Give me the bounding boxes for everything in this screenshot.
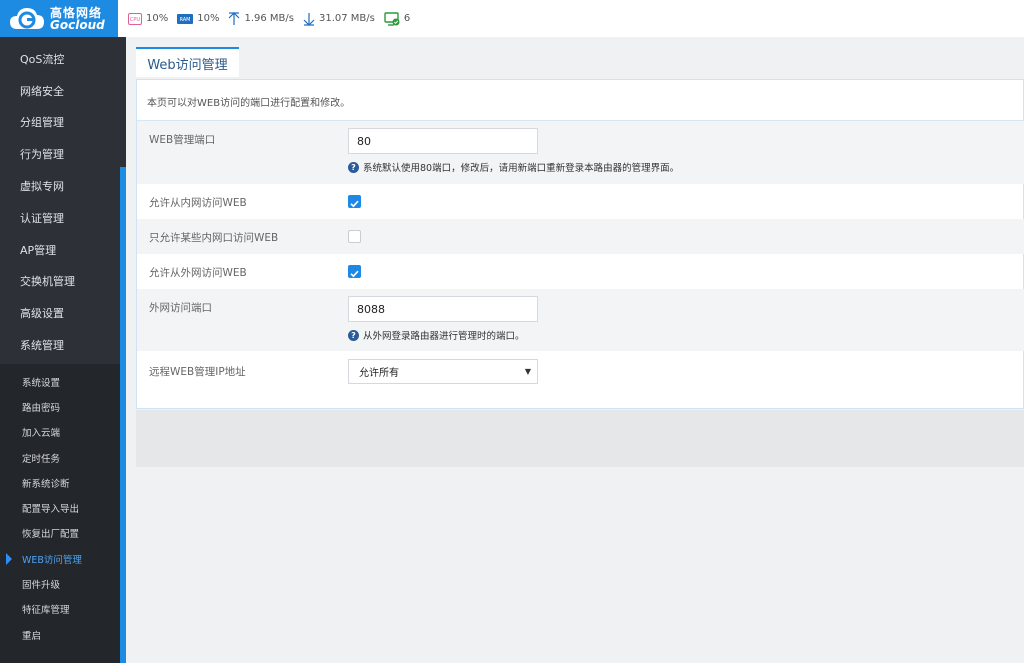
panel-footer-area — [136, 410, 1024, 467]
ram-value: 10% — [197, 13, 220, 24]
web-port-row: WEB管理端口 80 ? 系统默认使用80端口，修改后，请用新端口重新登录本路由… — [137, 121, 1024, 184]
submenu-signature-db[interactable]: 特征库管理 — [0, 597, 120, 622]
allow-lan-checkbox[interactable] — [348, 195, 361, 208]
devices-value: 6 — [403, 13, 411, 24]
allow-lan-row: 允许从内网访问WEB — [137, 184, 1024, 219]
allow-wan-checkbox[interactable] — [348, 265, 361, 278]
sidebar-item-vpn[interactable]: 虚拟专网 — [0, 170, 126, 202]
cpu-value: 10% — [146, 13, 169, 24]
settings-panel: 本页可以对WEB访问的端口进行配置和修改。 WEB管理端口 80 ? 系统默认使… — [136, 79, 1024, 409]
allow-some-lan-row: 只允许某些内网口访问WEB — [137, 219, 1024, 254]
submenu-system-settings[interactable]: 系统设置 — [0, 369, 120, 394]
submenu-reboot[interactable]: 重启 — [0, 622, 120, 647]
wan-port-row: 外网访问端口 8088 ? 从外网登录路由器进行管理时的端口。 — [137, 289, 1024, 351]
sidebar-item-switch[interactable]: 交换机管理 — [0, 266, 126, 298]
submenu-scheduled-tasks[interactable]: 定时任务 — [0, 445, 120, 470]
remote-ip-select[interactable]: 允许所有 ▼ — [348, 359, 538, 384]
dropdown-arrow-icon: ▼ — [524, 367, 531, 376]
sidebar: QoS流控 网络安全 分组管理 行为管理 虚拟专网 认证管理 AP管理 交换机管… — [0, 37, 126, 663]
main-content: Web访问管理 本页可以对WEB访问的端口进行配置和修改。 WEB管理端口 80… — [126, 37, 1024, 663]
check-icon — [350, 200, 359, 208]
check-icon — [350, 270, 359, 278]
web-port-hint-text: 系统默认使用80端口，修改后，请用新端口重新登录本路由器的管理界面。 — [363, 163, 680, 174]
sidebar-item-behavior[interactable]: 行为管理 — [0, 138, 126, 170]
submenu-diagnostics[interactable]: 新系统诊断 — [0, 470, 120, 495]
upload-arrow-icon — [228, 11, 240, 26]
sidebar-item-advanced[interactable]: 高级设置 — [0, 297, 126, 329]
online-devices[interactable]: 6 — [384, 11, 411, 26]
tab-web-access[interactable]: Web访问管理 — [136, 47, 239, 77]
status-bar: CPU 10% RAM 10% 1.96 MB/s 31.07 MB/s 6 — [128, 0, 419, 37]
sidebar-item-system[interactable]: 系统管理 — [0, 329, 126, 361]
help-icon: ? — [348, 161, 359, 173]
allow-some-lan-checkbox[interactable] — [348, 230, 361, 243]
brand-logo[interactable]: 高恪网络 Gocloud — [0, 0, 118, 37]
wan-port-hint-text: 从外网登录路由器进行管理时的端口。 — [363, 331, 525, 342]
submenu-web-access[interactable]: WEB访问管理 — [0, 546, 120, 571]
help-icon: ? — [348, 329, 359, 341]
submenu-config-import-export[interactable]: 配置导入导出 — [0, 495, 120, 520]
download-speed: 31.07 MB/s — [303, 12, 375, 26]
sidebar-item-security[interactable]: 网络安全 — [0, 75, 126, 107]
wan-port-hint: ? 从外网登录路由器进行管理时的端口。 — [348, 328, 525, 342]
download-arrow-icon — [303, 12, 315, 26]
web-port-input[interactable]: 80 — [348, 128, 538, 154]
download-value: 31.07 MB/s — [318, 13, 375, 24]
sidebar-item-groups[interactable]: 分组管理 — [0, 107, 126, 139]
cloud-logo-icon — [8, 5, 46, 33]
remote-ip-label: 远程WEB管理IP地址 — [149, 366, 246, 378]
ram-icon-label: RAM — [180, 17, 191, 23]
page-description: 本页可以对WEB访问的端口进行配置和修改。 — [147, 98, 351, 109]
wan-port-input[interactable]: 8088 — [348, 296, 538, 322]
allow-wan-row: 允许从外网访问WEB — [137, 254, 1024, 289]
brand-name-cn: 高恪网络 — [50, 5, 103, 20]
allow-some-lan-label: 只允许某些内网口访问WEB — [149, 232, 279, 244]
submenu-factory-reset[interactable]: 恢复出厂配置 — [0, 521, 120, 546]
system-submenu: 系统设置 路由密码 加入云端 定时任务 新系统诊断 配置导入导出 恢复出厂配置 … — [0, 364, 120, 663]
cpu-icon-label: CPU — [130, 17, 141, 23]
cpu-icon: CPU — [128, 12, 142, 25]
remote-ip-row: 远程WEB管理IP地址 允许所有 ▼ — [137, 351, 1024, 401]
submenu-firmware-upgrade[interactable]: 固件升级 — [0, 571, 120, 596]
sidebar-item-ap[interactable]: AP管理 — [0, 234, 126, 266]
ram-icon: RAM — [177, 13, 194, 25]
submenu-join-cloud[interactable]: 加入云端 — [0, 420, 120, 445]
allow-wan-label: 允许从外网访问WEB — [149, 267, 247, 279]
allow-lan-label: 允许从内网访问WEB — [149, 197, 247, 209]
upload-value: 1.96 MB/s — [244, 13, 294, 24]
submenu-router-password[interactable]: 路由密码 — [0, 394, 120, 419]
web-port-label: WEB管理端口 — [149, 134, 216, 146]
ram-usage: RAM 10% — [177, 13, 219, 25]
remote-ip-selected: 允许所有 — [359, 368, 399, 379]
sidebar-item-auth[interactable]: 认证管理 — [0, 202, 126, 234]
top-bar: 高恪网络 Gocloud CPU 10% RAM 10% 1.96 MB/s 3… — [0, 0, 1024, 37]
cpu-usage: CPU 10% — [128, 12, 169, 25]
sidebar-item-qos[interactable]: QoS流控 — [0, 43, 126, 75]
upload-speed: 1.96 MB/s — [228, 11, 294, 26]
device-check-icon — [384, 11, 400, 26]
brand-name-en: Gocloud — [50, 17, 105, 32]
wan-port-label: 外网访问端口 — [149, 302, 212, 314]
web-port-hint: ? 系统默认使用80端口，修改后，请用新端口重新登录本路由器的管理界面。 — [348, 160, 679, 174]
